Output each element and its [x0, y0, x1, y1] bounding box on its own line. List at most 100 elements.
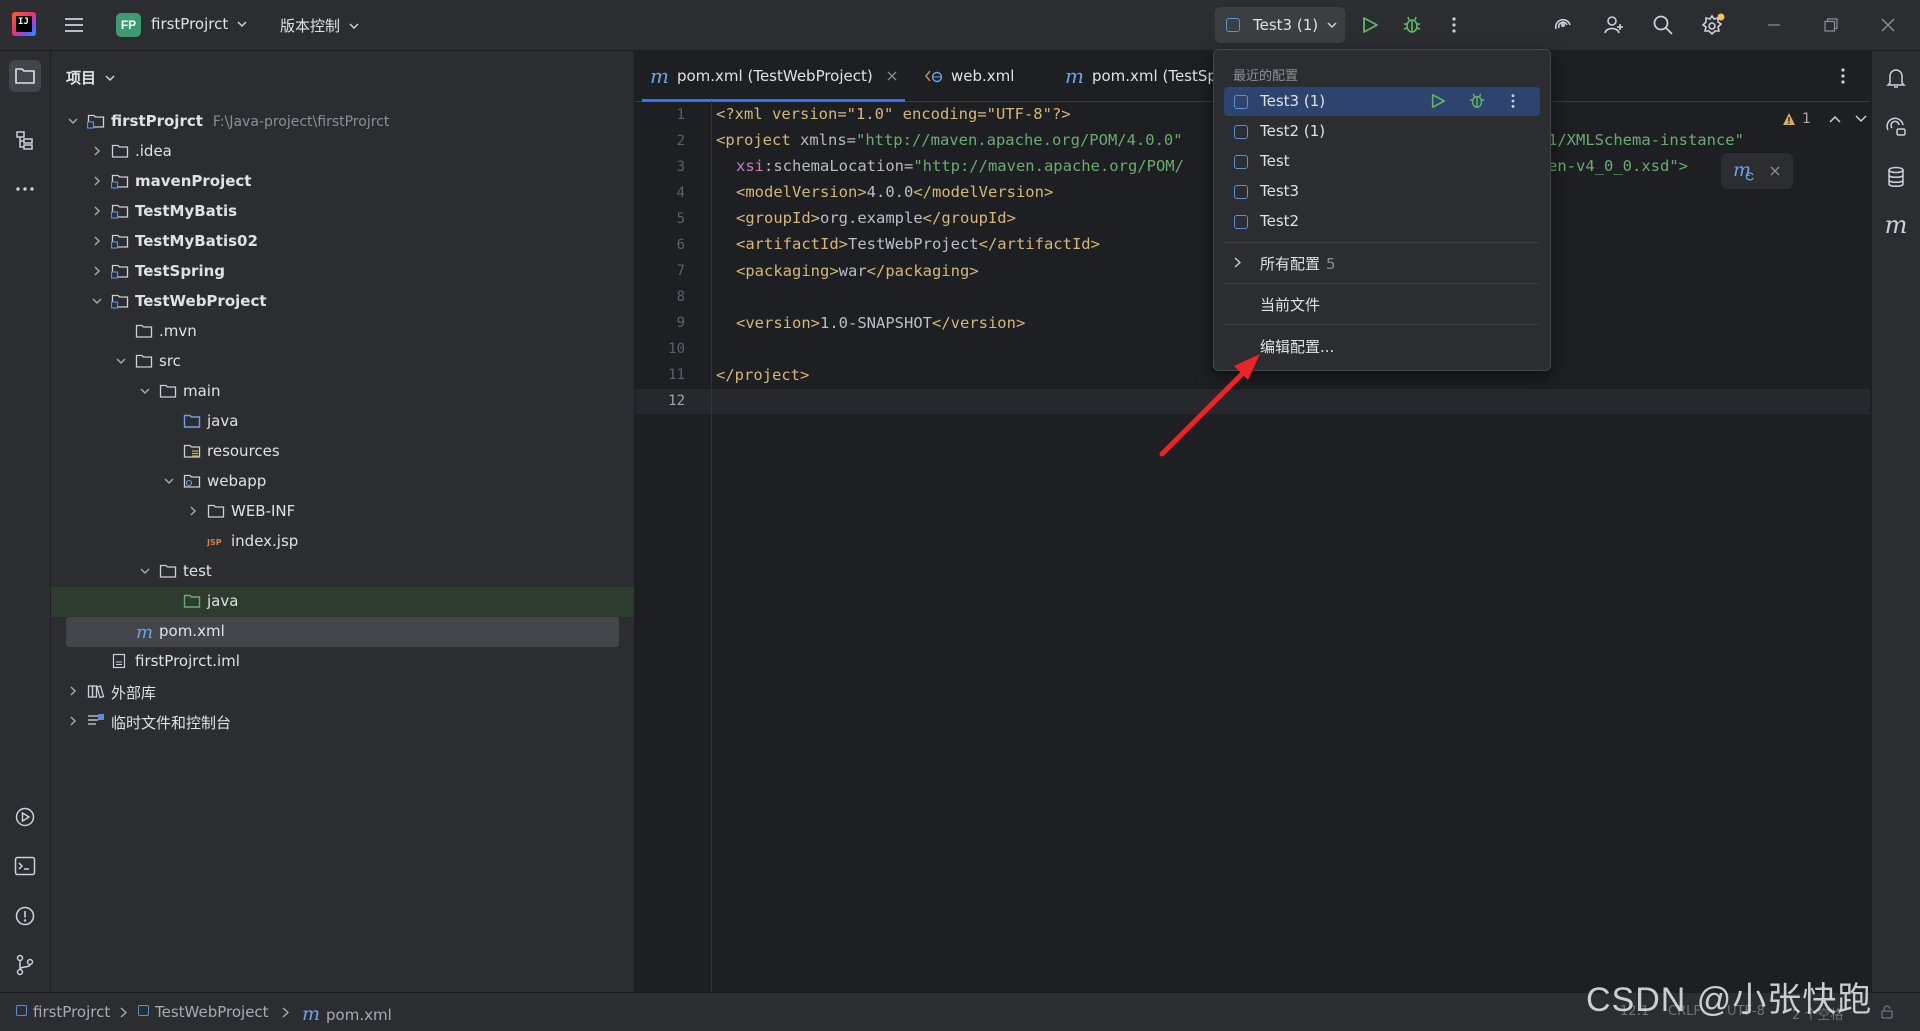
- tree-item-pom-xml[interactable]: m pom.xml: [51, 617, 634, 647]
- chevron-right-icon[interactable]: [67, 715, 79, 727]
- tree-root-firstprojrct[interactable]: firstProjrct F:\Java-project\firstProjrct: [51, 107, 634, 137]
- breadcrumb-file[interactable]: m pom.xml: [302, 1003, 392, 1025]
- search-icon[interactable]: [1649, 11, 1677, 39]
- tree-item-mavenproject[interactable]: mavenProject: [51, 167, 634, 197]
- chevron-right-icon[interactable]: [91, 175, 103, 187]
- settings-icon[interactable]: [1699, 11, 1727, 39]
- close-window-icon[interactable]: [1874, 11, 1902, 39]
- tree-item-testspring[interactable]: TestSpring: [51, 257, 634, 287]
- line-number: 8: [676, 289, 685, 305]
- tab-label: pom.xml (TestSp: [1091, 67, 1217, 85]
- run-config-selector[interactable]: Test3 (1): [1215, 7, 1345, 43]
- chevron-down-icon[interactable]: [91, 295, 103, 307]
- tab-pom-testspring[interactable]: m pom.xml (TestSp: [1065, 51, 1217, 101]
- run-icon[interactable]: [1430, 93, 1446, 109]
- chevron-down-icon[interactable]: [163, 475, 175, 487]
- debug-icon[interactable]: [1398, 11, 1426, 39]
- tree-item-test[interactable]: test: [51, 557, 634, 587]
- more-actions-icon[interactable]: [1440, 11, 1468, 39]
- close-tab-icon[interactable]: [887, 71, 897, 81]
- edit-configs-item[interactable]: 编辑配置...: [1224, 331, 1540, 360]
- tree-item-testwebproject[interactable]: TestWebProject: [51, 287, 634, 317]
- folder-icon: [135, 353, 153, 371]
- chevron-down-icon[interactable]: [67, 115, 79, 127]
- project-badge[interactable]: FP: [116, 13, 141, 37]
- chevron-right-icon[interactable]: [187, 505, 199, 517]
- config-item-test2[interactable]: Test2: [1224, 207, 1540, 236]
- all-configs-item[interactable]: 所有配置 5: [1224, 248, 1540, 277]
- vcs-menu[interactable]: 版本控制: [280, 15, 359, 36]
- tree-item-external-libs[interactable]: 外部库: [51, 677, 634, 707]
- chevron-right-icon[interactable]: [91, 205, 103, 217]
- project-tool-icon[interactable]: [9, 60, 41, 92]
- services-icon[interactable]: [9, 801, 41, 833]
- config-label: Test3: [1260, 182, 1300, 200]
- project-name: firstProjrct: [151, 15, 229, 33]
- chevron-up-icon[interactable]: [1829, 115, 1841, 123]
- chevron-down-icon[interactable]: [1855, 115, 1867, 123]
- chevron-right-icon[interactable]: [67, 685, 79, 697]
- config-item-test2-1[interactable]: Test2 (1): [1224, 117, 1540, 146]
- main-menu-icon[interactable]: [60, 11, 88, 39]
- code-line-9: <version>1.0-SNAPSHOT</version>: [736, 314, 1026, 332]
- ai-assistant-icon[interactable]: [1549, 11, 1577, 39]
- tree-item-testmybatis02[interactable]: TestMyBatis02: [51, 227, 634, 257]
- tabs-more-icon[interactable]: [1840, 67, 1846, 85]
- chevron-down-icon[interactable]: [139, 565, 151, 577]
- database-icon[interactable]: [1880, 161, 1912, 193]
- line-number: 11: [668, 367, 685, 383]
- tree-item-src[interactable]: src: [51, 347, 634, 377]
- tree-item-iml[interactable]: firstProjrct.iml: [51, 647, 634, 677]
- tree-item-webapp[interactable]: webapp: [51, 467, 634, 497]
- tree-item-index-jsp[interactable]: JSP index.jsp: [51, 527, 634, 557]
- tree-item-resources[interactable]: resources: [51, 437, 634, 467]
- tree-item-idea[interactable]: .idea: [51, 137, 634, 167]
- breadcrumb-module[interactable]: TestWebProject: [138, 1003, 269, 1021]
- tab-pom-testwebproject[interactable]: m pom.xml (TestWebProject): [642, 51, 905, 102]
- inspection-widget[interactable]: 1: [1782, 111, 1867, 127]
- tree-item-testmybatis[interactable]: TestMyBatis: [51, 197, 634, 227]
- add-user-icon[interactable]: [1600, 11, 1628, 39]
- notifications-icon[interactable]: [1880, 62, 1912, 94]
- chevron-right-icon[interactable]: [91, 145, 103, 157]
- restore-icon[interactable]: [1817, 11, 1845, 39]
- chevron-down-icon[interactable]: [115, 355, 127, 367]
- close-icon[interactable]: [1770, 166, 1780, 176]
- tree-item-mvn[interactable]: .mvn: [51, 317, 634, 347]
- more-tools-icon[interactable]: [9, 173, 41, 205]
- tree-item-main[interactable]: main: [51, 377, 634, 407]
- more-icon[interactable]: [1510, 93, 1516, 109]
- tab-web-xml[interactable]: web.xml: [925, 51, 1014, 101]
- project-panel-header[interactable]: 项目: [66, 67, 115, 88]
- tree-item-java[interactable]: java: [51, 407, 634, 437]
- tree-item-test-java[interactable]: java: [51, 587, 634, 617]
- run-icon[interactable]: [1356, 11, 1384, 39]
- minimize-icon[interactable]: [1760, 11, 1788, 39]
- maven-tool-icon[interactable]: m: [1880, 209, 1912, 241]
- code-line-7: <packaging>war</packaging>: [736, 262, 979, 280]
- maven-file-icon: m: [650, 64, 669, 88]
- git-icon[interactable]: [9, 949, 41, 981]
- tree-item-web-inf[interactable]: WEB-INF: [51, 497, 634, 527]
- tree-item-label: src: [159, 352, 181, 370]
- refresh-icon: [1745, 171, 1755, 181]
- config-item-test3-1[interactable]: Test3 (1): [1224, 87, 1540, 116]
- config-item-test3[interactable]: Test3: [1224, 177, 1540, 206]
- xml-file-icon: [925, 68, 943, 84]
- terminal-icon[interactable]: [9, 850, 41, 882]
- problems-icon[interactable]: [9, 900, 41, 932]
- tree-item-label: firstProjrct F:\Java-project\firstProjrct: [111, 112, 390, 130]
- ai-chat-icon[interactable]: [1880, 111, 1912, 143]
- current-file-item[interactable]: 当前文件: [1224, 289, 1540, 318]
- debug-icon[interactable]: [1468, 92, 1486, 110]
- chevron-right-icon[interactable]: [91, 265, 103, 277]
- breadcrumb-project[interactable]: firstProjrct: [16, 1003, 110, 1021]
- tree-item-scratches[interactable]: 临时文件和控制台: [51, 707, 634, 737]
- chevron-down-icon[interactable]: [139, 385, 151, 397]
- lock-icon[interactable]: [1880, 1005, 1894, 1019]
- config-item-test[interactable]: Test: [1224, 147, 1540, 176]
- line-number: 12: [668, 393, 685, 409]
- project-switcher[interactable]: firstProjrct: [151, 15, 247, 33]
- chevron-right-icon[interactable]: [91, 235, 103, 247]
- structure-tool-icon[interactable]: [9, 124, 41, 156]
